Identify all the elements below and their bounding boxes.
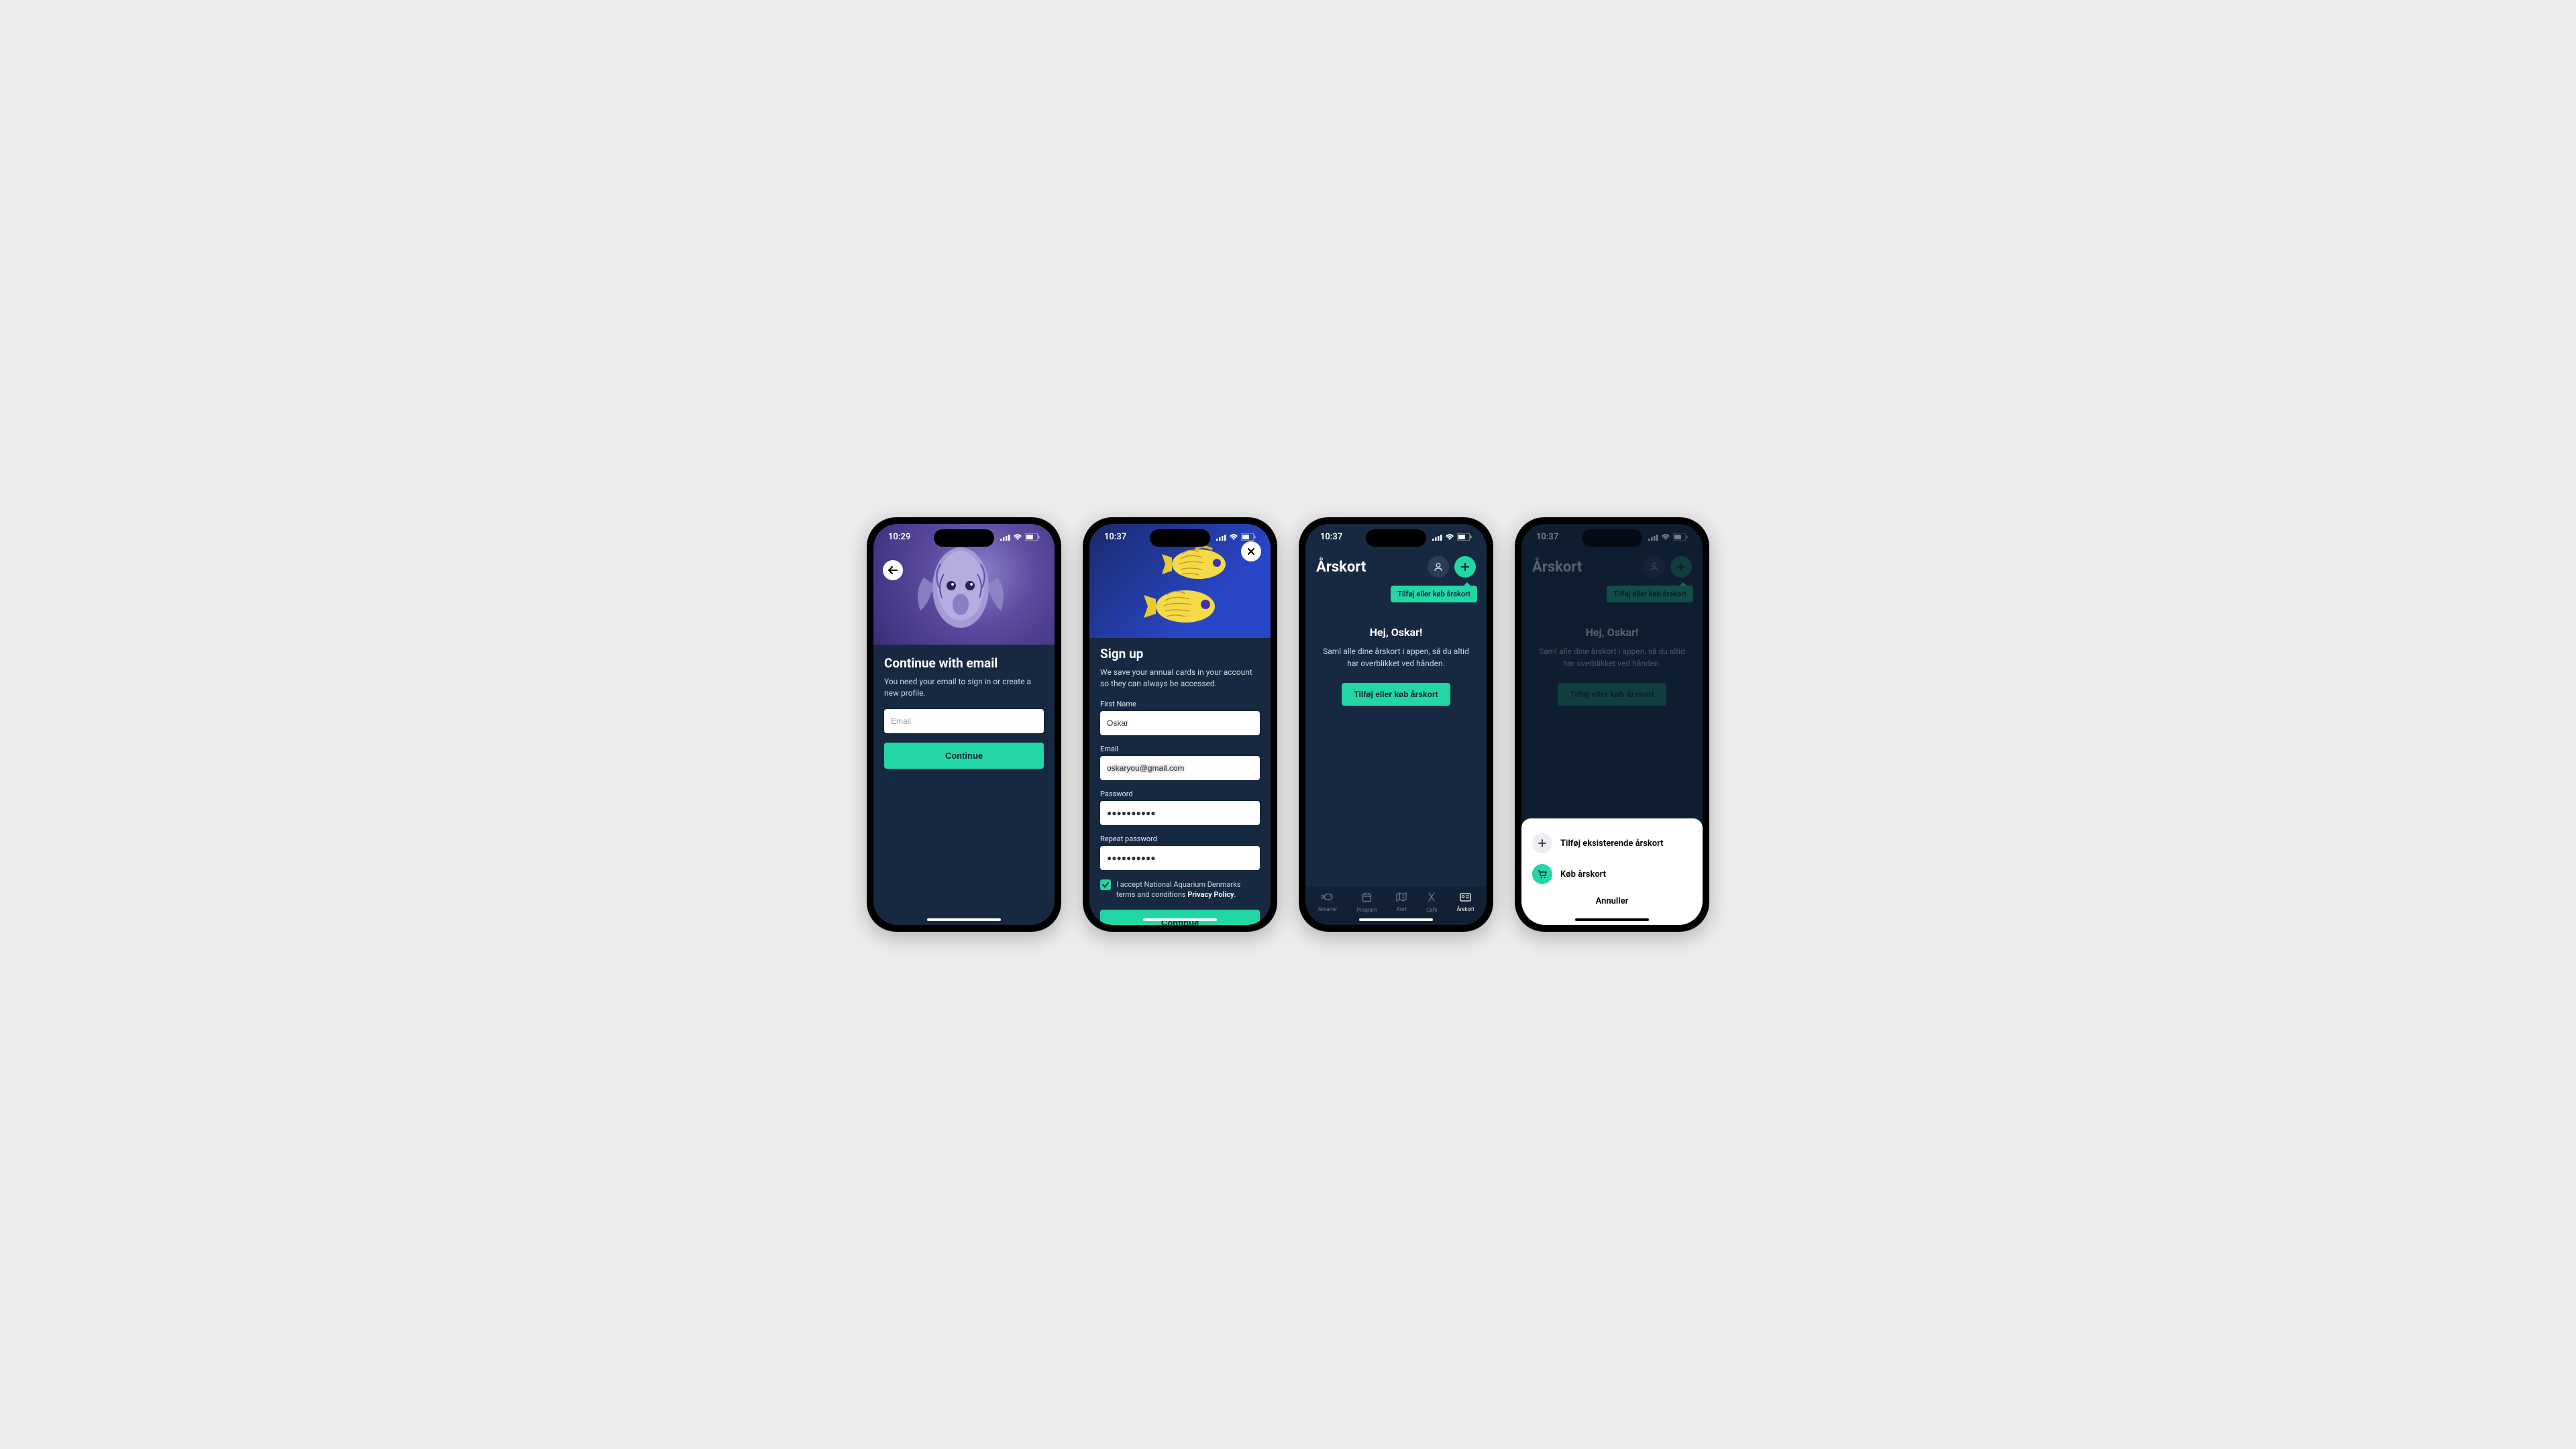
tab-label: Program [1356, 907, 1377, 913]
page-title: Continue with email [884, 655, 1044, 671]
email-input[interactable] [884, 709, 1044, 733]
hero-image [873, 524, 1055, 645]
privacy-policy-link[interactable]: Privacy Policy [1187, 890, 1234, 899]
welcome-title: Hej, Oskar! [1322, 626, 1470, 639]
battery-icon [1457, 533, 1472, 541]
status-indicators [1216, 533, 1256, 541]
arrow-left-icon [888, 566, 898, 574]
action-sheet: Tilføj eksisterende årskort Køb årskort … [1521, 818, 1703, 925]
status-indicators [1432, 533, 1472, 541]
map-icon [1396, 892, 1407, 904]
continue-button[interactable]: Continue [1100, 910, 1260, 925]
page-subtitle: You need your email to sign in or create… [884, 676, 1044, 700]
sheet-buy[interactable]: Køb årskort [1532, 859, 1692, 890]
phone-mockup-4: 10:37 Årskort Tilføj eller køb årskort H… [1515, 517, 1709, 932]
fish-icon [1322, 892, 1334, 904]
password-input[interactable] [1100, 801, 1260, 825]
card-icon [1460, 892, 1471, 904]
tab-label: Årskort [1456, 906, 1474, 912]
phone-mockup-2: 10:37 [1083, 517, 1277, 932]
back-button[interactable] [883, 560, 903, 580]
tab-cafe[interactable]: Café [1426, 892, 1438, 913]
phone-mockup-3: 10:37 Årskort Tilføj eller køb årskort H… [1299, 517, 1493, 932]
battery-icon [1241, 533, 1256, 541]
fish-illustration [1162, 544, 1236, 584]
tab-label: Akvarier [1318, 906, 1337, 912]
status-time: 10:37 [1320, 532, 1342, 542]
wifi-icon [1229, 534, 1238, 541]
first-name-input[interactable] [1100, 711, 1260, 735]
terms-text: I accept National Aquarium Denmarks term… [1116, 879, 1260, 900]
terms-checkbox[interactable] [1100, 879, 1111, 890]
utensils-icon [1427, 892, 1436, 905]
sheet-add-existing[interactable]: Tilføj eksisterende årskort [1532, 828, 1692, 859]
welcome-text: Saml alle dine årskort i appen, så du al… [1322, 645, 1470, 669]
tab-label: Kort [1397, 906, 1407, 912]
repeat-password-label: Repeat password [1100, 835, 1260, 843]
home-indicator[interactable] [927, 918, 1001, 921]
add-or-buy-button[interactable]: Tilføj eller køb årskort [1342, 683, 1450, 706]
wifi-icon [1013, 534, 1022, 541]
page-subtitle: We save your annual cards in your accoun… [1100, 667, 1260, 690]
signal-icon [1216, 534, 1226, 541]
first-name-label: First Name [1100, 700, 1260, 708]
tab-kort[interactable]: Kort [1396, 892, 1407, 913]
tab-arskort[interactable]: Årskort [1456, 892, 1474, 913]
close-icon [1247, 547, 1255, 555]
tab-label: Café [1426, 907, 1438, 913]
close-button[interactable] [1241, 541, 1261, 561]
tab-akvarier[interactable]: Akvarier [1318, 892, 1337, 913]
continue-button[interactable]: Continue [884, 743, 1044, 769]
cart-icon [1532, 864, 1552, 884]
sheet-buy-label: Køb årskort [1560, 869, 1606, 879]
status-indicators [1000, 533, 1040, 541]
wifi-icon [1445, 534, 1454, 541]
fish-illustration [1144, 584, 1224, 628]
home-indicator[interactable] [1359, 918, 1433, 921]
page-title: Sign up [1100, 646, 1260, 661]
check-icon [1102, 882, 1109, 888]
phone-mockup-1: 10:29 [867, 517, 1061, 932]
home-indicator[interactable] [1143, 918, 1217, 921]
plus-icon [1461, 563, 1469, 571]
status-bar: 10:29 [873, 524, 1055, 542]
email-input[interactable] [1100, 756, 1260, 780]
plus-icon [1532, 833, 1552, 853]
email-label: Email [1100, 745, 1260, 753]
tab-program[interactable]: Program [1356, 892, 1377, 913]
profile-button[interactable] [1428, 556, 1449, 578]
status-time: 10:37 [1104, 532, 1126, 542]
sheet-add-label: Tilføj eksisterende årskort [1560, 839, 1664, 849]
fish-illustration [914, 537, 1008, 645]
battery-icon [1025, 533, 1040, 541]
sheet-cancel-button[interactable]: Annuller [1532, 890, 1692, 906]
add-tooltip: Tilføj eller køb årskort [1391, 586, 1477, 602]
home-indicator[interactable] [1575, 918, 1649, 921]
status-time: 10:29 [888, 532, 910, 542]
user-icon [1434, 562, 1443, 572]
repeat-password-input[interactable] [1100, 846, 1260, 870]
signal-icon [1000, 534, 1010, 541]
add-button[interactable] [1454, 556, 1476, 578]
signal-icon [1432, 534, 1442, 541]
password-label: Password [1100, 790, 1260, 798]
status-bar: 10:37 [1305, 524, 1487, 542]
calendar-icon [1362, 892, 1372, 905]
page-title: Årskort [1316, 559, 1366, 576]
status-bar: 10:37 [1089, 524, 1271, 542]
